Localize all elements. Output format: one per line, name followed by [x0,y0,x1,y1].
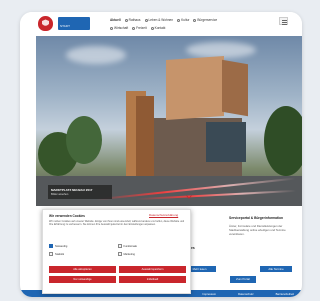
option-functional[interactable]: Funktionale [117,244,187,248]
option-label: Notwendig [55,244,68,248]
menu-line [282,22,287,23]
hero-image [36,36,302,206]
nav-label: Kultur [181,18,190,22]
button-label: Zum Portal [236,277,250,281]
nav-label: Bürgerservice [197,18,218,22]
nav-item-wirtschaft[interactable]: Wirtschaft [110,26,128,30]
privacy-policy-link[interactable]: Datenschutzerklärung [149,213,178,217]
nav-item-leben[interactable]: Leben & Wohnen [144,18,174,22]
menu-line [282,20,287,21]
button-label: Alle Termine [268,267,284,271]
nav-label: Wirtschaft [114,26,129,30]
circle-icon [132,26,136,30]
nav-item-kontakt[interactable]: Kontakt [150,26,166,30]
accept-all-button[interactable]: Alle akzeptieren [49,266,116,273]
primary-nav: Aktuell Rathaus Leben & Wohnen Kultur Bü… [110,18,217,22]
service-text: Ämter, Formulare und Dienstleistungen de… [229,224,286,236]
service-title: Serviceportal & Bürgerinformation [229,216,284,220]
site-header: STADT Aktuell Rathaus Leben & Wohnen Kul… [20,12,302,36]
logo-text: STADT [60,24,71,28]
tree [264,106,302,176]
cloud [66,46,126,64]
save-selection-button[interactable]: Auswahl speichern [119,266,186,273]
circle-icon [150,26,154,30]
nav-label: Leben & Wohnen [148,18,174,22]
option-label: Statistik [55,252,65,256]
cookie-description: Wir nutzen Cookies auf unserer Website. … [49,220,185,227]
building-glass [206,122,246,162]
nav-label: Freizeit [136,26,147,30]
menu-line [282,24,287,25]
checkbox[interactable] [117,244,122,248]
nav-item-freizeit[interactable]: Freizeit [132,26,147,30]
cookie-consent-dialog: Wir verwenden Cookies Datenschutzerkläru… [42,209,191,294]
footer-link-impressum[interactable]: Impressum [202,292,216,296]
circle-icon [144,18,148,22]
necessary-only-button[interactable]: Nur notwendige [49,276,116,283]
circle-icon [110,26,113,30]
caption-title: MARKTPLATZ NEUBAU 2017 [51,188,93,192]
checkbox[interactable] [117,252,122,256]
nav-item-buergerservice[interactable]: Bürgerservice [193,18,217,22]
circle-icon [193,18,197,22]
checkbox[interactable] [49,252,53,256]
building-cantilever [166,55,224,121]
portal-button[interactable]: Zum Portal [230,276,256,283]
cookie-buttons: Alle akzeptieren Auswahl speichern Nur n… [49,266,186,283]
nav-label: Rathaus [128,18,141,22]
nav-item-kultur[interactable]: Kultur [177,18,189,22]
nav-label: Aktuell [110,18,121,22]
option-statistics[interactable]: Statistik [49,252,118,256]
circle-icon [124,18,128,22]
nav-label: Kontakt [154,26,166,30]
building-tower-side [136,96,154,181]
cookie-title: Wir verwenden Cookies [49,214,85,218]
hamburger-menu-button[interactable] [279,17,288,25]
cookie-options: Notwendig Funktionale Statistik Marketin… [49,244,186,256]
all-dates-button[interactable]: Alle Termine [260,266,292,272]
nav-item-rathaus[interactable]: Rathaus [124,18,141,22]
page-card: STADT Aktuell Rathaus Leben & Wohnen Kul… [20,12,302,297]
option-label: Marketing [123,252,135,256]
option-label: Funktionale [123,244,137,248]
option-necessary[interactable]: Notwendig [49,244,118,248]
tree [66,116,102,164]
nav-item-aktuell[interactable]: Aktuell [110,18,121,22]
building-cantilever-side [222,59,248,117]
circle-icon [177,18,181,22]
hero-caption[interactable]: MARKTPLATZ NEUBAU 2017 Bilder ansehen [48,185,112,199]
individual-button[interactable]: Individuell [119,276,186,283]
caption-subtitle: Bilder ansehen [51,193,69,196]
footer-link-barrierefreiheit[interactable]: Barrierefreiheit [276,292,294,296]
chevron-down-icon[interactable] [186,195,192,199]
option-marketing[interactable]: Marketing [117,252,187,256]
footer-link-datenschutz[interactable]: Datenschutz [238,292,254,296]
checkbox[interactable] [49,244,53,248]
city-logo[interactable]: STADT [58,17,90,30]
city-crest-logo[interactable] [38,16,53,31]
secondary-nav: Wirtschaft Freizeit Kontakt [110,26,165,30]
